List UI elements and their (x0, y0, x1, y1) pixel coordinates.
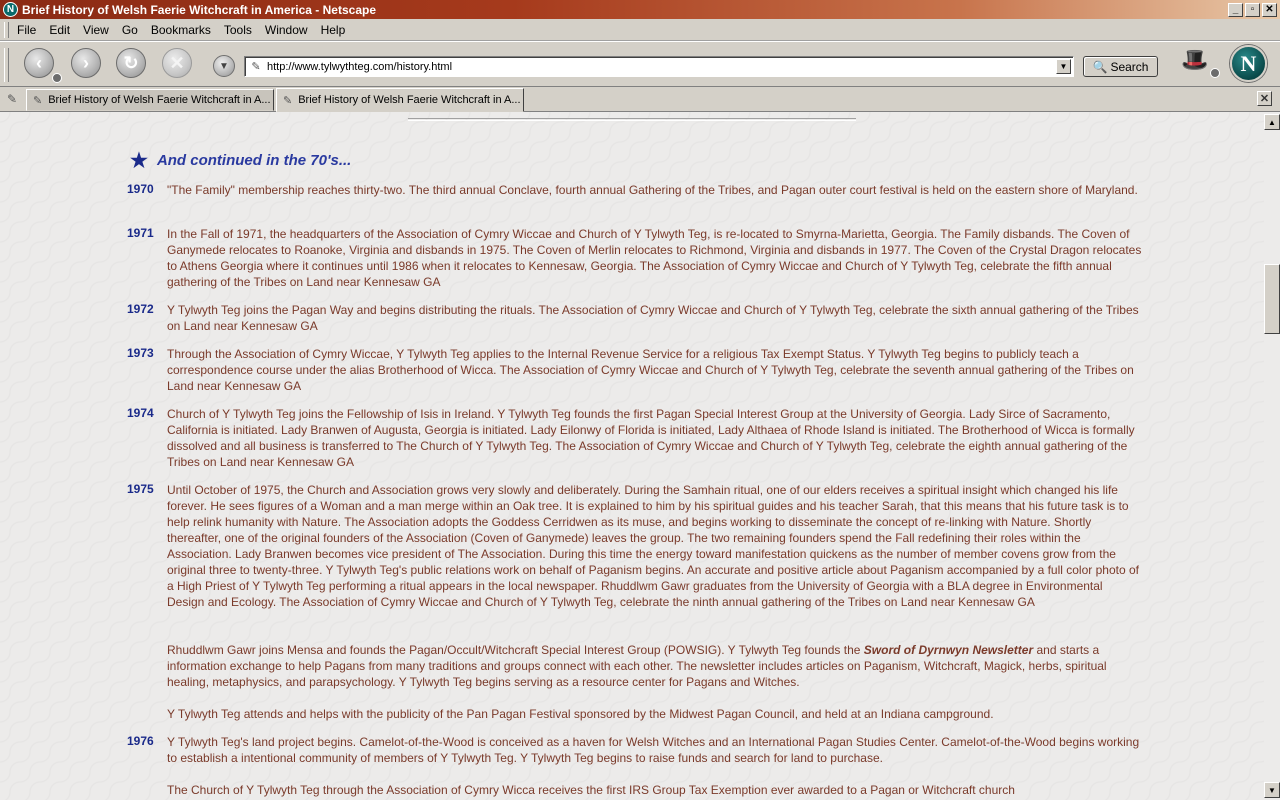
year-label: 1970 (127, 182, 154, 196)
url-history-dropdown[interactable]: ▼ (1056, 59, 1071, 74)
menu-tools[interactable]: Tools (224, 23, 252, 37)
tab-1[interactable]: ✎ Brief History of Welsh Faerie Witchcra… (26, 89, 274, 111)
stop-icon: ✕ (169, 52, 185, 73)
entry-text: Church of Y Tylwyth Teg joins the Fellow… (167, 407, 1135, 469)
tab-bar: ✎ ✎ Brief History of Welsh Faerie Witchc… (0, 87, 1280, 112)
tab-2[interactable]: ✎ Brief History of Welsh Faerie Witchcra… (276, 88, 524, 112)
go-dropdown-button[interactable]: ▼ (213, 55, 235, 77)
menu-go[interactable]: Go (122, 23, 138, 37)
window-title: Brief History of Welsh Faerie Witchcraft… (22, 2, 376, 17)
menu-edit[interactable]: Edit (49, 23, 70, 37)
scroll-down-button[interactable]: ▼ (1264, 782, 1280, 798)
back-history-dropdown[interactable] (52, 73, 62, 83)
url-bar[interactable]: ✎ ▼ (244, 56, 1074, 77)
entry-text: Until October of 1975, the Church and As… (167, 483, 1139, 609)
page-content: ★ And continued in the 70's... 1970 "The… (0, 112, 1264, 800)
back-button[interactable]: ‹ (24, 48, 54, 78)
print-button[interactable]: 🎩 (1181, 46, 1209, 74)
close-tab-button[interactable]: ✕ (1257, 91, 1272, 106)
menu-help[interactable]: Help (321, 23, 346, 37)
page-icon: ✎ (33, 94, 43, 107)
search-icon: 🔍 (1092, 59, 1108, 74)
reload-icon: ↻ (123, 52, 139, 73)
year-label: 1974 (127, 406, 154, 420)
horizontal-rule (408, 118, 856, 121)
entry-text-tax-exemption: The Church of Y Tylwyth Teg through the … (167, 783, 1015, 797)
close-icon: ✕ (1259, 93, 1270, 105)
menu-grip[interactable] (4, 21, 9, 38)
chevron-up-icon: ▲ (1268, 117, 1276, 127)
menu-file[interactable]: File (17, 23, 36, 37)
chevron-down-icon: ▼ (219, 60, 229, 72)
heading-text: And continued in the 70's... (156, 152, 352, 169)
entry-text-festival: Y Tylwyth Teg attends and helps with the… (167, 707, 994, 721)
scroll-up-button[interactable]: ▲ (1264, 114, 1280, 130)
scrollbar-thumb[interactable] (1264, 264, 1280, 334)
entry-text-powsig: Rhuddlwm Gawr joins Mensa and founds the… (167, 642, 1142, 690)
page-icon: ✎ (283, 94, 293, 107)
reload-button[interactable]: ↻ (116, 48, 146, 78)
menu-window[interactable]: Window (265, 23, 308, 37)
powsig-text: Rhuddlwm Gawr joins Mensa and founds the… (167, 643, 864, 657)
year-label: 1973 (127, 346, 154, 360)
menu-bookmarks[interactable]: Bookmarks (151, 23, 211, 37)
forward-button[interactable]: › (71, 48, 101, 78)
year-label: 1971 (127, 226, 154, 240)
year-label: 1976 (127, 734, 154, 748)
section-heading: ★ And continued in the 70's... (130, 148, 351, 173)
year-label: 1972 (127, 302, 154, 316)
forward-arrow-icon: › (83, 52, 89, 73)
entry-text: In the Fall of 1971, the headquarters of… (167, 227, 1142, 289)
netscape-app-icon[interactable]: N (3, 2, 18, 17)
newsletter-title: Sword of Dyrnwyn Newsletter (863, 643, 1034, 657)
entry-text: Y Tylwyth Teg's land project begins. Cam… (167, 735, 1140, 765)
window-controls: _ ▫ ✕ (1228, 2, 1277, 17)
search-button-label: Search (1110, 59, 1149, 74)
menu-view[interactable]: View (83, 23, 109, 37)
search-button[interactable]: 🔍 Search (1083, 56, 1158, 77)
back-arrow-icon: ‹ (36, 52, 42, 73)
print-dropdown[interactable] (1210, 68, 1220, 78)
star-icon: ★ (130, 150, 148, 172)
tab-label: Brief History of Welsh Faerie Witchcraft… (298, 94, 521, 106)
minimize-button[interactable]: _ (1228, 2, 1243, 17)
hat-icon: 🎩 (1181, 47, 1209, 72)
close-window-button[interactable]: ✕ (1262, 2, 1277, 17)
entry-text: Through the Association of Cymry Wiccae,… (167, 347, 1134, 393)
url-input[interactable] (267, 60, 1056, 73)
chevron-down-icon: ▼ (1268, 785, 1276, 795)
entry-text: "The Family" membership reaches thirty-t… (167, 183, 1138, 197)
stop-button[interactable]: ✕ (162, 48, 192, 78)
menu-bar: File Edit View Go Bookmarks Tools Window… (0, 19, 1280, 41)
title-bar: N Brief History of Welsh Faerie Witchcra… (0, 0, 1280, 19)
chevron-down-icon: ▼ (1059, 62, 1068, 71)
year-label: 1975 (127, 482, 154, 496)
vertical-scrollbar[interactable]: ▲ ▼ (1264, 112, 1280, 800)
toolbar-grip[interactable] (4, 48, 9, 82)
entry-text: Y Tylwyth Teg joins the Pagan Way and be… (167, 303, 1139, 333)
maximize-button[interactable]: ▫ (1245, 2, 1260, 17)
tab-label: Brief History of Welsh Faerie Witchcraft… (48, 94, 271, 106)
new-tab-icon: ✎ (6, 92, 18, 106)
netscape-throbber[interactable]: N (1230, 45, 1267, 82)
page-icon: ✎ (251, 61, 261, 73)
new-tab-button[interactable]: ✎ (3, 91, 21, 107)
